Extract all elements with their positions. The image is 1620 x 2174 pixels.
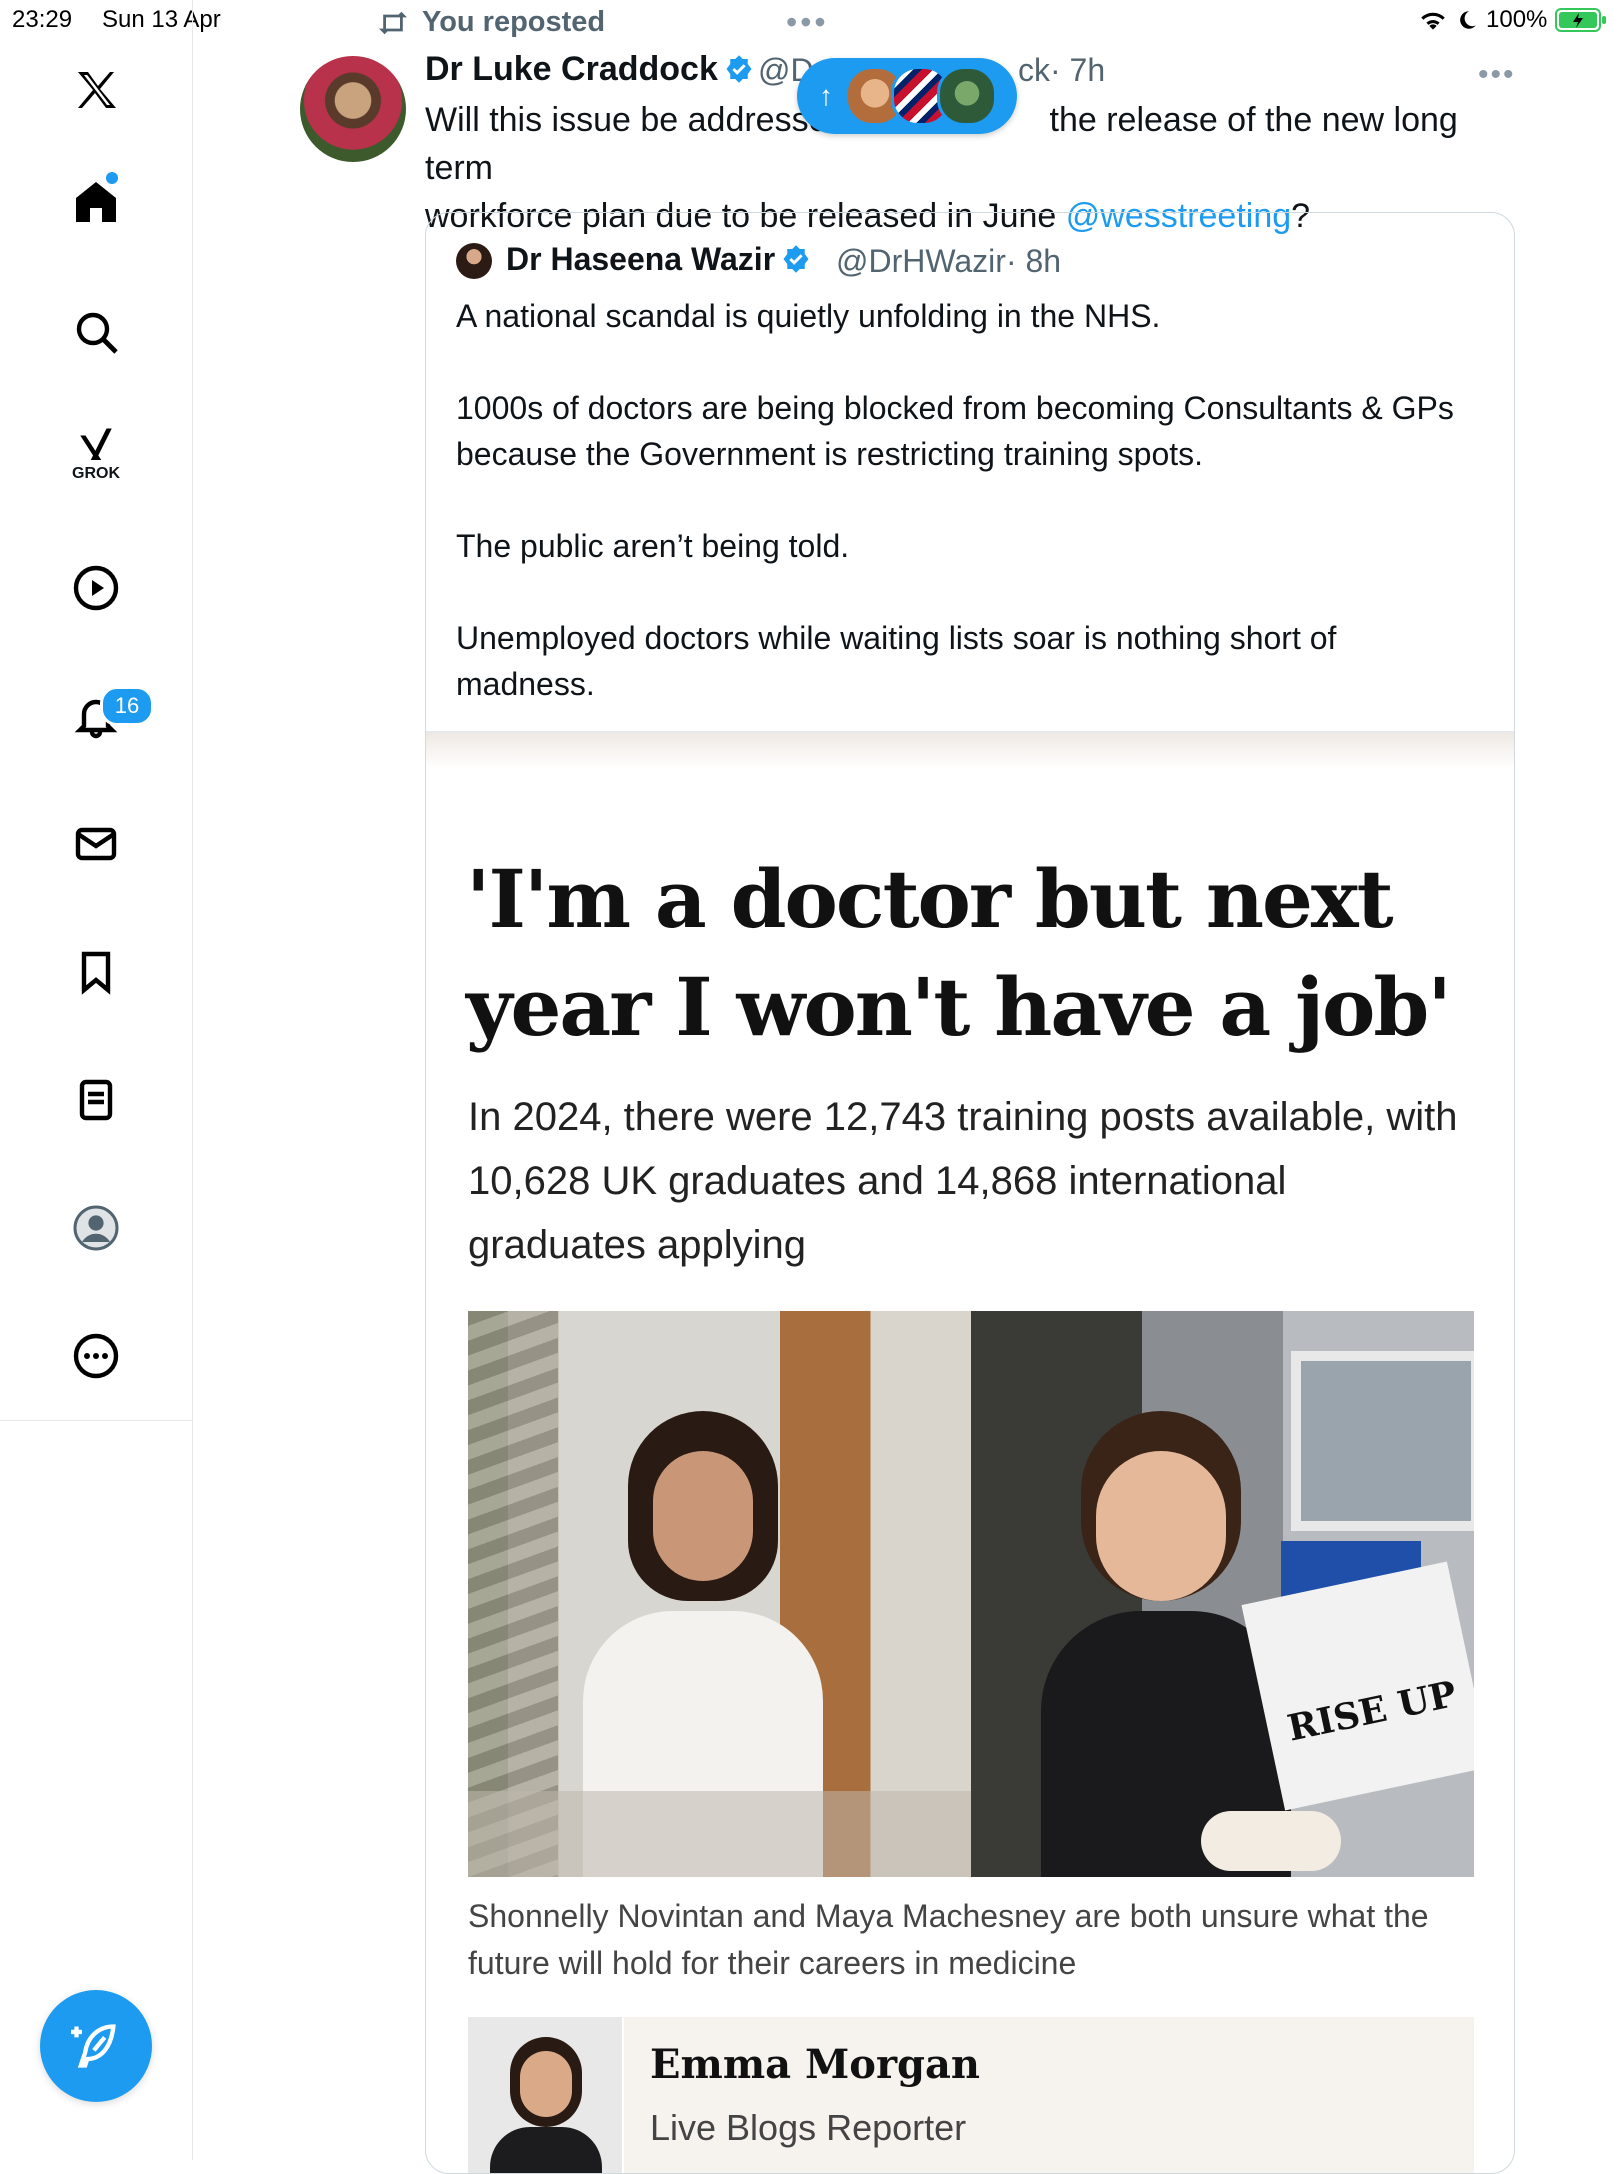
media-top-shadow [426,733,1514,769]
tweet-text-part1: Will this issue be addresse [425,101,828,139]
quoted-tweet-card[interactable]: Dr Haseena Wazir @DrHWazir· 8h A nationa… [425,212,1515,2174]
bookmark-icon[interactable] [62,938,130,1006]
profile-icon[interactable] [62,1194,130,1262]
quoted-time: · 8h [1005,243,1062,279]
article-subheadline: In 2024, there were 12,743 training post… [468,1095,1458,1267]
home-icon[interactable] [62,168,130,236]
repost-icon [379,11,407,34]
quoted-handle-text: @DrHWazir [836,243,1006,279]
tweet-more-button[interactable]: ••• [1478,58,1516,92]
top-drag-handle[interactable]: ••• [786,4,829,41]
repost-label: You reposted [422,6,606,38]
grok-label: GROK [72,465,120,482]
moon-icon [1460,11,1476,29]
article-photos[interactable]: RISE UP [468,1311,1474,1877]
magazine-text: RISE UP [1283,1672,1461,1750]
verified-badge-icon [726,55,752,83]
article-headline: 'I'm a doctor but next year I won't have… [466,852,1452,1054]
x-logo-icon[interactable] [62,56,130,124]
sidebar: GROK 16 [0,0,193,2160]
quoted-author-handle: @DrHWazir· 8h [836,243,1061,280]
quoted-author-name-text: Dr Haseena Wazir [506,241,776,277]
more-circle-icon[interactable] [62,1322,130,1390]
battery-icon [1555,8,1607,32]
author-handle-tail: ck· 7h [1018,52,1105,89]
pill-avatar-3 [937,66,997,126]
article-photo-right: RISE UP [971,1311,1474,1877]
handle-end: ck [1018,52,1050,88]
byline-photo [468,2017,622,2173]
tweet-time: · 7h [1050,52,1106,88]
grok-icon[interactable]: GROK [62,420,130,488]
arrow-up-icon: ↑ [819,80,833,111]
sidebar-divider [0,1420,192,1421]
author-name-text: Dr Luke Craddock [425,50,718,88]
mail-icon[interactable] [62,810,130,878]
battery-percent: 100% [1486,6,1548,33]
quoted-author-name[interactable]: Dr Haseena Wazir [506,241,811,278]
byline-role: Live Blogs Reporter [650,2107,967,2148]
compose-post-button[interactable] [40,1990,152,2102]
list-icon[interactable] [62,1066,130,1134]
article-photo-caption: Shonnelly Novintan and Maya Machesney ar… [468,1898,1429,1981]
author-name[interactable]: Dr Luke Craddock [425,50,754,89]
new-posts-pill[interactable]: ↑ [797,58,1017,134]
article-photo-left [468,1311,971,1877]
quoted-author-avatar[interactable] [456,243,492,279]
home-notification-dot [106,172,118,184]
byline-box: Emma Morgan Live Blogs Reporter [624,2017,1474,2173]
compose-feather-icon [71,2024,116,2068]
search-icon[interactable] [62,298,130,366]
repost-indicator: You reposted [376,6,605,39]
play-icon[interactable] [62,554,130,622]
quoted-tweet-text: A national scandal is quietly unfolding … [456,298,1454,702]
wifi-icon [1421,12,1445,30]
byline-name: Emma Morgan [650,2041,980,2088]
quoted-verified-badge-icon [783,245,809,273]
notifications-badge: 16 [100,686,154,726]
author-avatar[interactable] [300,56,406,162]
status-indicators: 100% [1418,6,1607,34]
